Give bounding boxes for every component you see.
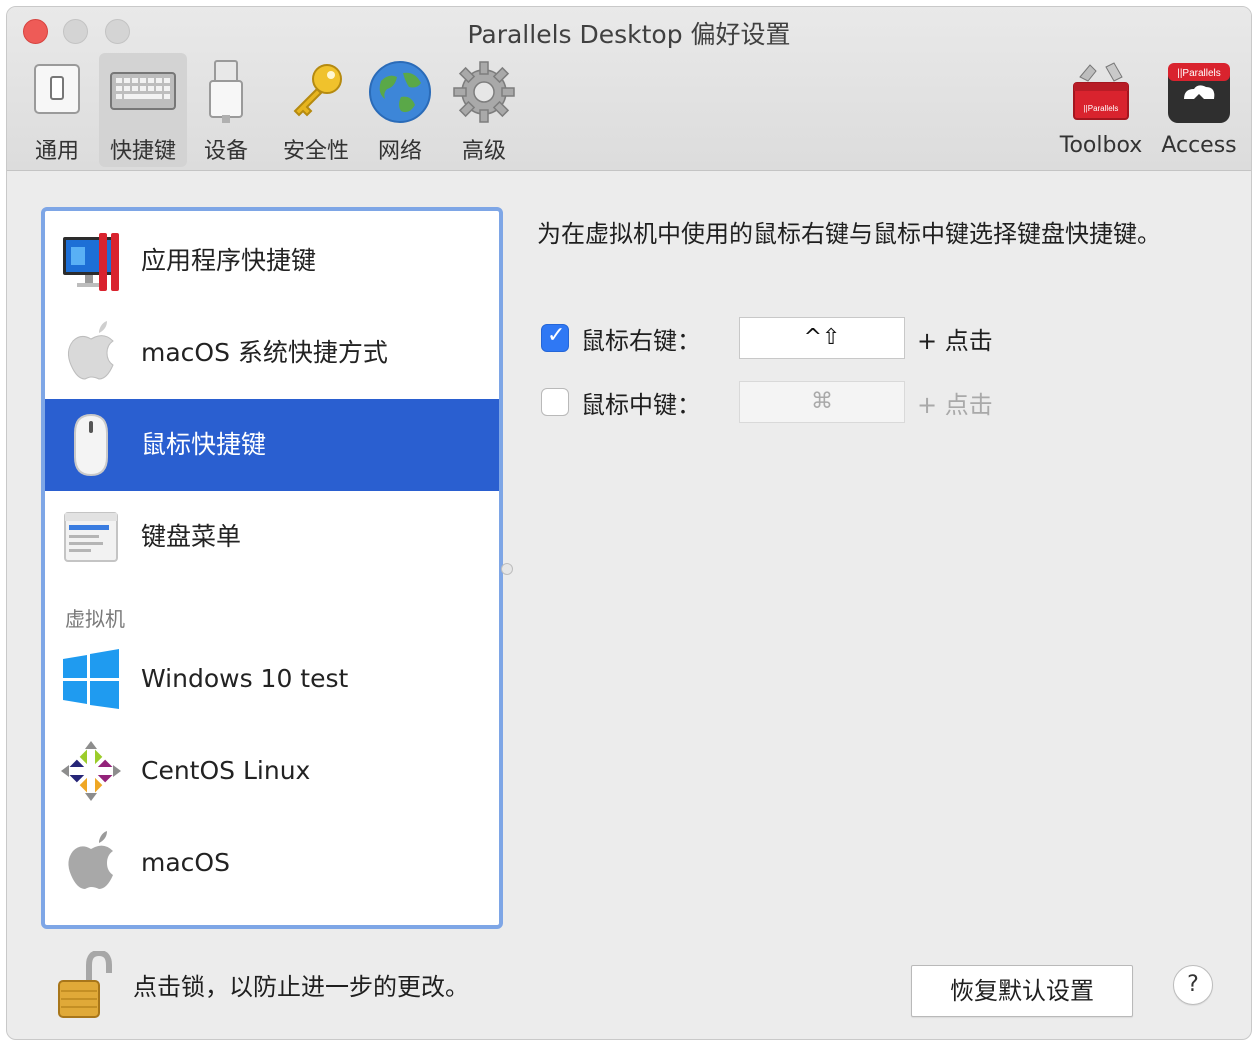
centos-icon <box>59 739 123 803</box>
keyboard-menu-icon <box>59 505 123 569</box>
sidebar-item-vm-centos[interactable]: CentOS Linux <box>45 725 499 817</box>
right-click-shortcut-field[interactable]: ^⇧ <box>739 317 905 359</box>
toolbox-icon: ||Parallels <box>1066 59 1136 129</box>
preferences-window: Parallels Desktop 偏好设置 通用 快捷键 设备 安全性 网络 … <box>6 6 1252 1040</box>
apple-icon <box>59 831 123 895</box>
tab-devices-label: 设备 <box>203 139 248 164</box>
sidebar-item-app-shortcuts[interactable]: 应用程序快捷键 <box>45 215 499 307</box>
right-click-suffix: + 点击 <box>917 327 993 355</box>
tab-advanced-label: 高级 <box>461 139 506 164</box>
middle-click-suffix: + 点击 <box>917 391 993 419</box>
globe-icon <box>367 59 433 129</box>
usb-device-icon <box>201 59 251 129</box>
svg-text:||Parallels: ||Parallels <box>1177 68 1221 79</box>
shortcut-category-list[interactable]: 应用程序快捷键 macOS 系统快捷方式 鼠标快捷键 键盘菜单 虚拟机 Wind… <box>41 207 503 929</box>
tab-security-label: 安全性 <box>282 139 349 164</box>
right-click-option: ✓ 鼠标右键： ^⇧ + 点击 <box>539 317 1039 359</box>
lock-message: 点击锁，以防止进一步的更改。 <box>133 973 469 1001</box>
tab-advanced[interactable]: 高级 <box>449 53 519 167</box>
panel-description: 为在虚拟机中使用的鼠标右键与鼠标中键选择键盘快捷键。 <box>537 220 1161 248</box>
tab-general-label: 通用 <box>34 139 79 164</box>
tab-devices[interactable]: 设备 <box>193 53 259 167</box>
toolbox-button[interactable]: ||Parallels Toolbox <box>1057 53 1145 167</box>
tab-network-label: 网络 <box>377 139 422 164</box>
mouse-icon <box>59 413 123 477</box>
sidebar-item-mouse-shortcuts[interactable]: 鼠标快捷键 <box>45 399 499 491</box>
tab-general[interactable]: 通用 <box>19 53 95 167</box>
restore-defaults-button[interactable]: 恢复默认设置 <box>911 965 1133 1017</box>
tab-security[interactable]: 安全性 <box>275 53 357 167</box>
tab-network[interactable]: 网络 <box>367 53 433 167</box>
sidebar-item-vm-windows[interactable]: Windows 10 test <box>45 633 499 725</box>
splitter-handle[interactable] <box>501 563 513 575</box>
middle-click-shortcut-field[interactable]: ⌘ <box>739 381 905 423</box>
access-button[interactable]: ||Parallels Access <box>1157 53 1241 167</box>
lock-icon[interactable] <box>55 949 115 1025</box>
middle-click-checkbox[interactable] <box>541 388 569 416</box>
right-click-checkbox[interactable]: ✓ <box>541 323 569 352</box>
tab-shortcuts[interactable]: 快捷键 <box>99 53 187 167</box>
checkmark-icon: ✓ <box>547 323 566 348</box>
svg-text:||Parallels: ||Parallels <box>1084 104 1119 113</box>
titlebar: Parallels Desktop 偏好设置 通用 快捷键 设备 安全性 网络 … <box>7 7 1251 171</box>
window-title: Parallels Desktop 偏好设置 <box>467 20 791 49</box>
sidebar-item-label: macOS 系统快捷方式 <box>141 338 388 367</box>
sidebar-item-vm-macos[interactable]: macOS <box>45 817 499 909</box>
sidebar-item-label: 应用程序快捷键 <box>141 246 317 275</box>
access-icon: ||Parallels <box>1164 59 1234 129</box>
help-button[interactable]: ? <box>1173 965 1213 1005</box>
general-icon <box>27 59 87 123</box>
windows-icon <box>59 647 123 711</box>
sidebar-item-macos-shortcuts[interactable]: macOS 系统快捷方式 <box>45 307 499 399</box>
middle-click-option: 鼠标中键： ⌘ + 点击 <box>539 381 1039 423</box>
vm-section-title: 虚拟机 <box>65 607 125 631</box>
toolbox-label: Toolbox <box>1059 133 1143 158</box>
tab-shortcuts-label: 快捷键 <box>109 139 176 164</box>
keyboard-icon <box>107 59 179 123</box>
sidebar-item-label: 鼠标快捷键 <box>141 430 267 459</box>
right-click-label: 鼠标右键： <box>581 327 701 355</box>
sidebar-item-label: macOS <box>141 848 230 877</box>
parallels-app-icon <box>59 229 123 293</box>
sidebar-item-label: 键盘菜单 <box>141 522 242 551</box>
access-label: Access <box>1161 133 1237 158</box>
sidebar-item-label: CentOS Linux <box>141 756 311 785</box>
sidebar-item-label: Windows 10 test <box>141 664 349 693</box>
key-icon <box>283 59 349 129</box>
sidebar-item-keyboard-menu[interactable]: 键盘菜单 <box>45 491 499 583</box>
apple-icon <box>59 321 123 385</box>
gear-icon <box>451 59 517 129</box>
middle-click-label: 鼠标中键： <box>581 391 701 419</box>
